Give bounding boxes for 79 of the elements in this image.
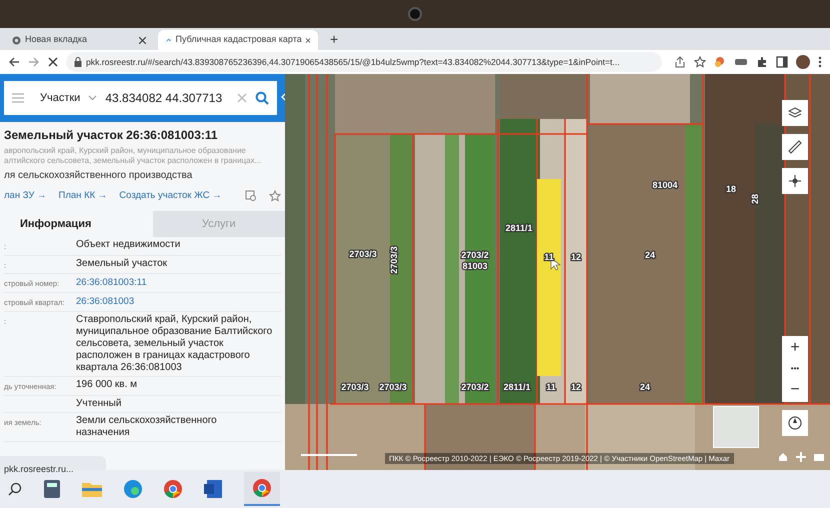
parcel-label: 2703/3 (379, 382, 407, 392)
close-icon[interactable] (139, 36, 146, 44)
browser-icon[interactable] (124, 480, 142, 498)
zoom-to-icon[interactable] (245, 190, 257, 202)
profile-avatar[interactable] (796, 55, 810, 69)
object-title: Земельный участок 26:36:081003:11 (4, 127, 219, 144)
field-value: Ставропольский край, Курский район, муниципальное образование Балтийского сельсовета, земельный участок расположен в границах кадастрового квартала 26:36:081003 (76, 314, 274, 374)
chrome-icon (253, 479, 271, 497)
taskbar-app-button[interactable] (244, 472, 280, 506)
zoom-out-button[interactable]: − (782, 378, 808, 402)
document-icon[interactable] (204, 480, 222, 498)
more-button[interactable]: ••• (782, 360, 808, 378)
parcel-label: 2811/1 (503, 382, 531, 392)
calculator-icon[interactable] (44, 480, 60, 498)
parcel-label: 12 (571, 252, 581, 262)
layers-icon (788, 106, 802, 120)
search-value: 43.834082 44.307713 (105, 90, 224, 107)
close-icon[interactable] (306, 36, 310, 44)
parcel-label: 24 (640, 382, 650, 392)
site-icon (166, 36, 172, 44)
zoom-in-button[interactable]: + (782, 336, 808, 360)
layers-button[interactable] (782, 100, 808, 126)
field-value: Учтенный (76, 398, 122, 410)
extension-icon[interactable] (734, 57, 748, 67)
minimap-thumbnail[interactable] (713, 406, 759, 448)
stop-icon[interactable] (48, 57, 58, 67)
new-tab-button[interactable]: + (322, 28, 346, 50)
star-icon[interactable] (269, 190, 281, 202)
webcam-icon (408, 7, 422, 21)
search-icon[interactable] (8, 482, 22, 496)
side-panel-icon[interactable] (776, 56, 788, 68)
browser-tab[interactable]: Публичная кадастровая карта (158, 30, 318, 50)
parcel-label: 12 (571, 382, 581, 392)
field-value: Объект недвижимости (76, 239, 182, 252)
parcel-label: 28 (750, 194, 760, 204)
star-icon[interactable] (694, 56, 706, 68)
plan-link[interactable]: лан ЗУ → (4, 189, 47, 204)
parcel-label: 2703/3 (389, 246, 399, 274)
url-text: pkk.rosreestr.ru/#/search/43.839308765236396,44.30719065438565/15/@1b4ulz5wmp?text=43.834082%2044.307713&type=1&inPoint=t... (86, 56, 620, 68)
lock-icon (74, 57, 82, 67)
field-link[interactable]: 26:36:081003:11 (76, 276, 281, 290)
parcel-label: 11 (546, 382, 556, 392)
parcel-label: 24 (645, 250, 655, 260)
status-url: pkk.rosreestr.ru... (4, 464, 74, 474)
puzzle-icon[interactable] (756, 56, 768, 68)
parcel-label: 11 (544, 252, 554, 262)
crosshair-icon (788, 174, 802, 188)
extension-icon[interactable] (714, 56, 726, 68)
search-field[interactable]: Участки 43.834082 44.307713 (4, 81, 277, 115)
locate-button[interactable] (782, 168, 808, 194)
menu-icon[interactable] (818, 56, 822, 68)
chevron-down-icon (88, 95, 98, 101)
field-value: Земли сельскохозяйственного назначения (76, 414, 218, 438)
parcel-label: 2703/3 (349, 249, 377, 259)
ruler-icon (788, 140, 802, 154)
plan-link[interactable]: План КК → (58, 189, 108, 204)
parcel-label: 2703/3 (341, 382, 369, 392)
north-button[interactable] (782, 410, 808, 436)
object-address: авропольский край, Курский район, муниципальное образование алтийского сельсовета, земельный участок расположен в границах... (4, 146, 262, 166)
plan-link[interactable]: Создать участок ЖС → (119, 189, 222, 204)
folder-icon[interactable] (82, 481, 102, 497)
back-icon[interactable] (8, 56, 20, 68)
object-usage: ля сельскохозяйственного производства (4, 169, 194, 183)
tab-title: Публичная кадастровая карта (176, 33, 302, 46)
ruler-button[interactable] (782, 134, 808, 160)
field-value: 196 000 кв. м (76, 379, 138, 392)
address-bar[interactable]: pkk.rosreestr.ru/#/search/43.839308765236396,44.30719065438565/15/@1b4ulz5wmp?text=43.834082%2044.307713&type=1&inPoint=t... (66, 52, 662, 72)
parcel-label: 81004 (652, 180, 678, 190)
field-value: Земельный участок (76, 258, 168, 270)
chrome-icon[interactable] (164, 480, 182, 498)
parcel-label: 18 (726, 184, 736, 194)
compass-icon (788, 416, 802, 430)
chrome-icon (12, 36, 21, 44)
tab-title: Новая вкладка (25, 33, 88, 46)
share-icon[interactable] (674, 56, 686, 68)
parcel-label: 2811/1 (505, 223, 533, 233)
scale-bar (301, 454, 357, 456)
field-link[interactable]: 26:36:081003 (76, 295, 281, 310)
category-dropdown[interactable]: Участки (40, 90, 80, 106)
